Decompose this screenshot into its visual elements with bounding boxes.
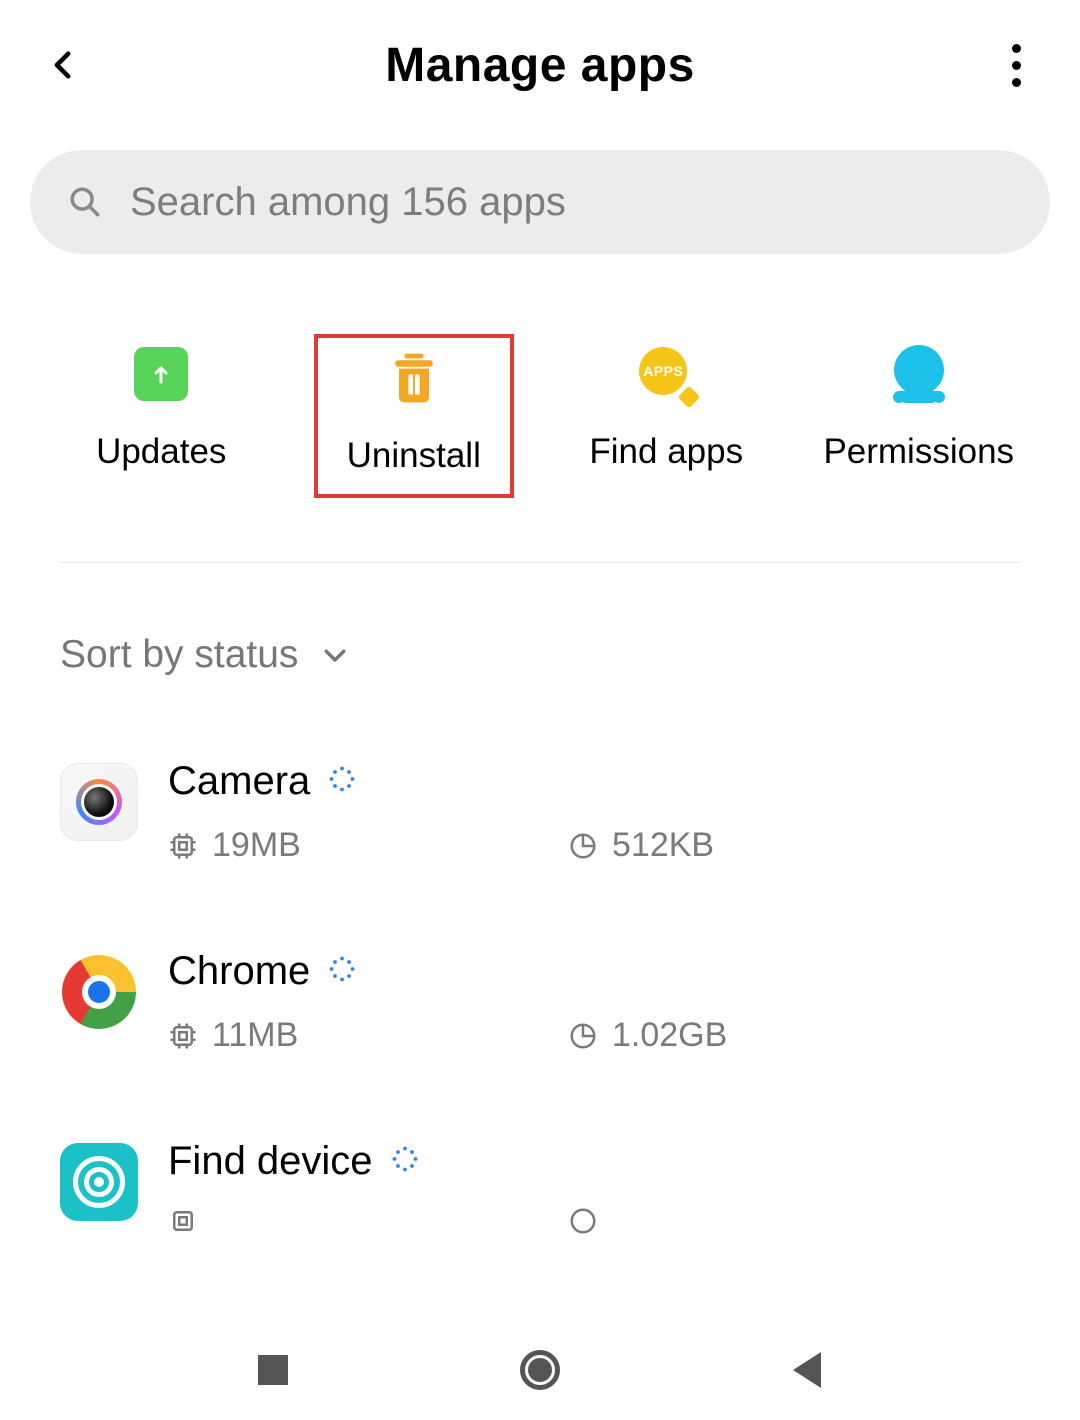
find-apps-shortcut[interactable]: APPS Find apps — [566, 334, 766, 498]
camera-app-icon — [60, 763, 138, 841]
sort-dropdown[interactable]: Sort by status — [0, 563, 1080, 677]
loading-spinner-icon — [391, 1145, 419, 1178]
chevron-left-icon — [47, 48, 81, 82]
app-name: Camera — [168, 759, 310, 804]
storage-icon — [568, 1206, 598, 1236]
page-title: Manage apps — [94, 38, 986, 93]
updates-label: Updates — [96, 432, 226, 472]
app-name: Find device — [168, 1139, 373, 1184]
search-input[interactable] — [130, 180, 1012, 225]
chrome-app-icon — [60, 953, 138, 1031]
app-name: Chrome — [168, 949, 310, 994]
find-apps-badge-text: APPS — [643, 363, 683, 379]
app-storage: 1.02GB — [612, 1016, 727, 1055]
app-row-find-device[interactable]: Find device — [60, 1097, 1020, 1278]
memory-icon — [168, 1206, 198, 1236]
find-device-app-icon — [60, 1143, 138, 1221]
permissions-shortcut[interactable]: Permissions — [819, 334, 1019, 498]
memory-icon — [168, 1021, 198, 1051]
circle-icon — [520, 1350, 560, 1390]
memory-icon — [168, 831, 198, 861]
overflow-menu-button[interactable] — [986, 35, 1046, 95]
app-storage: 512KB — [612, 826, 714, 865]
updates-shortcut[interactable]: Updates — [61, 334, 261, 498]
storage-icon — [568, 1021, 598, 1051]
find-apps-icon: APPS — [639, 347, 693, 401]
find-apps-label: Find apps — [589, 432, 743, 472]
storage-icon — [568, 831, 598, 861]
app-ram: 19MB — [212, 826, 301, 865]
updates-icon — [134, 347, 188, 401]
permissions-label: Permissions — [823, 432, 1014, 472]
back-button[interactable] — [34, 35, 94, 95]
app-row-camera[interactable]: Camera 19MB — [60, 717, 1020, 907]
square-icon — [258, 1355, 288, 1385]
chevron-down-icon — [320, 640, 350, 670]
system-nav-bar — [0, 1320, 1080, 1420]
trash-icon — [384, 348, 444, 408]
permissions-icon — [894, 345, 944, 403]
loading-spinner-icon — [328, 765, 356, 798]
uninstall-shortcut[interactable]: Uninstall — [314, 334, 514, 498]
search-bar[interactable] — [30, 150, 1050, 254]
loading-spinner-icon — [328, 955, 356, 988]
sort-label: Sort by status — [60, 633, 298, 677]
more-vertical-icon — [1012, 40, 1021, 91]
search-icon — [68, 185, 102, 219]
nav-recents-button[interactable] — [243, 1340, 303, 1400]
nav-home-button[interactable] — [510, 1340, 570, 1400]
triangle-left-icon — [793, 1352, 821, 1388]
app-row-chrome[interactable]: Chrome 11MB — [60, 907, 1020, 1097]
uninstall-label: Uninstall — [347, 436, 481, 476]
app-ram: 11MB — [212, 1016, 298, 1055]
nav-back-button[interactable] — [777, 1340, 837, 1400]
